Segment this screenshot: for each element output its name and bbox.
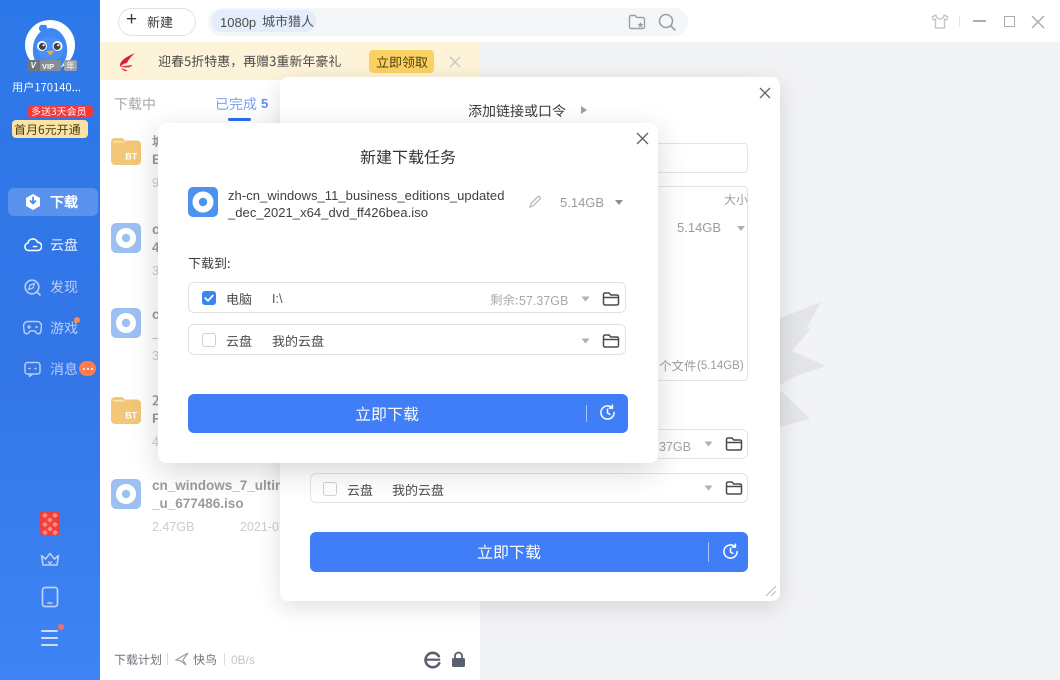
svg-text:BT: BT [125,152,137,162]
svg-text:BT: BT [125,411,137,421]
